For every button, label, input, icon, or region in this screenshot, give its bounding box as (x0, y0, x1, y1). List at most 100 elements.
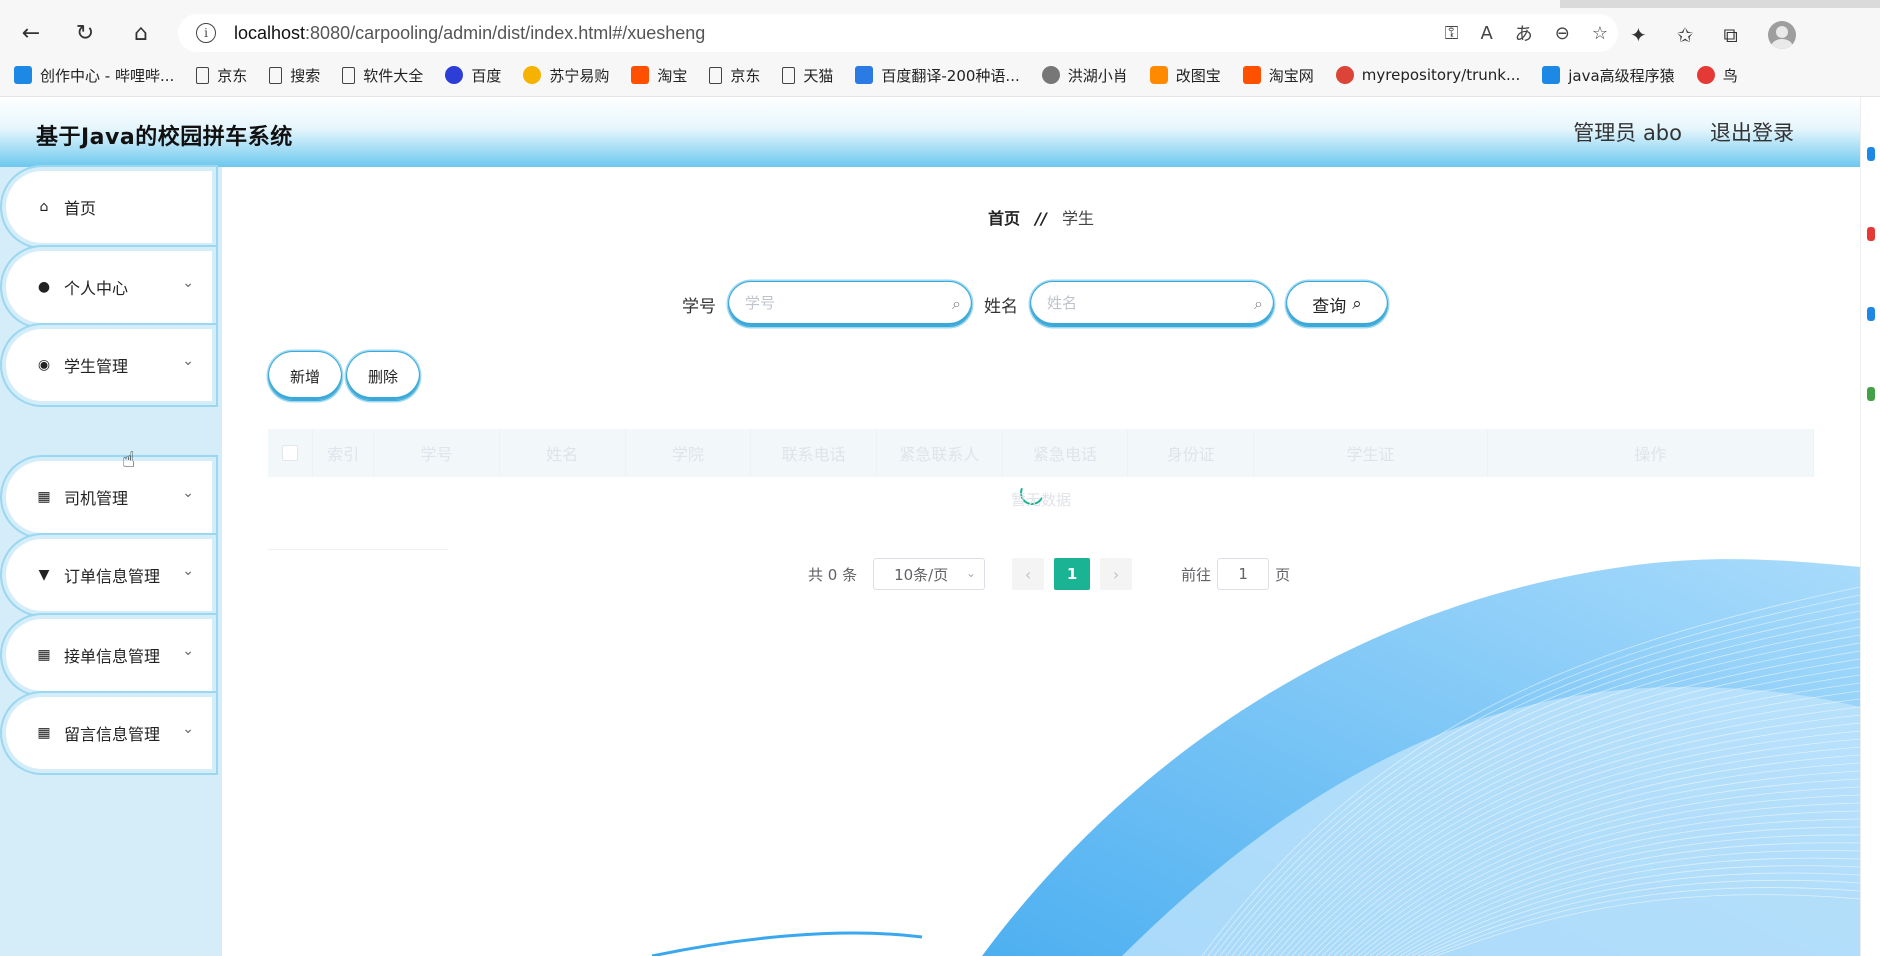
sidebar-dot-icon[interactable] (1867, 147, 1875, 161)
xingming-input[interactable] (1047, 294, 1237, 312)
delete-button[interactable]: 删除 (346, 351, 420, 401)
page-icon (342, 66, 356, 84)
bookmark-item[interactable]: 洪湖小肖 (1041, 65, 1128, 86)
site-info-icon[interactable]: i (196, 23, 216, 43)
extensions-icon[interactable]: ✦ (1630, 23, 1647, 47)
chevron-down-icon: ⌄ (182, 485, 194, 501)
sidebar-item-label: 订单信息管理 (64, 567, 161, 586)
sidebar-item-driver-manage[interactable]: ▦ 司机管理 ⌄ (6, 461, 212, 533)
collections-icon[interactable]: ⧉ (1724, 23, 1738, 47)
query-button[interactable]: 查询 ⌕ (1286, 281, 1388, 327)
bookmark-item[interactable]: 淘宝 (631, 65, 687, 86)
url-text[interactable]: localhost:8080/carpooling/admin/dist/ind… (234, 23, 705, 44)
bookmark-item[interactable]: 创作中心 - 哔哩哔... (14, 65, 174, 86)
page-unit-label: 页 (1275, 565, 1291, 584)
bookmark-label: 搜索 (290, 66, 321, 85)
bookmark-item[interactable]: 天猫 (782, 65, 833, 86)
sidebar-dot-icon[interactable] (1867, 387, 1875, 401)
key-icon[interactable]: ⚿ (1445, 23, 1459, 44)
sidebar-item-personal-center[interactable]: ● 个人中心 ⌄ (6, 251, 212, 323)
sidebar-dot-icon[interactable] (1867, 307, 1875, 321)
select-all-checkbox[interactable] (282, 445, 299, 461)
xingming-label: 姓名 (984, 296, 1018, 317)
xuehao-input[interactable] (745, 294, 935, 312)
bookmark-item[interactable]: 百度 (445, 65, 501, 86)
sidebar: 学生 ⌂首页●个人中心⌄◉学生管理⌄▦司机管理⌄▼订单信息管理⌄▦接单信息管理⌄… (0, 167, 222, 956)
read-aloud-icon[interactable]: A (1480, 23, 1492, 44)
search-form: 学号 ⌕ 姓名 ⌕ 查询 ⌕ (682, 279, 1388, 329)
prev-page-button[interactable]: ‹ (1012, 558, 1045, 590)
bookmark-item[interactable]: 京东 (709, 65, 760, 86)
address-bar-icons: ⚿ A あ ⊖ ☆ (1445, 14, 1608, 52)
chevron-down-icon: ⌄ (182, 643, 194, 659)
sidebar-item-student-manage[interactable]: ◉ 学生管理 ⌄ (6, 329, 212, 401)
toolbar-icons: ✦ ✩ ⧉ (1630, 18, 1796, 52)
bookmark-item[interactable]: 淘宝网 (1242, 65, 1314, 86)
address-bar[interactable]: i localhost:8080/carpooling/admin/dist/i… (178, 14, 1618, 52)
favorites-icon[interactable]: ✩ (1677, 23, 1694, 47)
bilibili-icon (1542, 66, 1561, 84)
bookmark-item[interactable]: myrepository/trunk... (1335, 66, 1521, 84)
sidebar-dot-icon[interactable] (1867, 227, 1875, 241)
xingming-search-box[interactable]: ⌕ (1030, 281, 1274, 327)
page-icon (196, 66, 210, 84)
table-header-cell: 索引 (313, 429, 375, 477)
accept-order-manage-icon: ▦ (37, 647, 51, 663)
sidebar-item-order-manage[interactable]: ▼ 订单信息管理 ⌄ (6, 539, 212, 611)
bookmark-item[interactable]: 搜索 (269, 65, 320, 86)
sidebar-item-label: 个人中心 (64, 279, 129, 298)
add-button[interactable]: 新增 (268, 351, 342, 401)
sidebar-item-home[interactable]: ⌂ 首页 (6, 171, 212, 243)
bookmark-item[interactable]: java高级程序猿 (1542, 65, 1675, 86)
page-size-value: 10条/页 (894, 565, 949, 584)
profile-avatar-icon[interactable] (1767, 21, 1796, 49)
home-icon[interactable]: ⌂ (124, 16, 158, 50)
bookmark-item[interactable]: 苏宁易购 (523, 65, 609, 86)
xuehao-search-box[interactable]: ⌕ (728, 281, 972, 327)
bookmark-label: 软件大全 (363, 66, 424, 85)
bookmark-item[interactable]: 鸟 (1696, 65, 1738, 86)
page-size-select[interactable]: 10条/页 ⌄ (873, 558, 986, 590)
personal-center-icon: ● (37, 279, 51, 295)
chevron-down-icon: ⌄ (182, 563, 194, 579)
breadcrumb-home[interactable]: 首页 (988, 209, 1020, 228)
chevron-down-icon: ⌄ (966, 566, 977, 580)
sidebar-item-message-manage[interactable]: ▦ 留言信息管理 ⌄ (6, 697, 212, 769)
chevron-down-icon: ⌄ (182, 721, 194, 737)
gaitubao-icon (1149, 66, 1168, 84)
browser-sidebar-strip (1860, 97, 1880, 956)
driver-manage-icon: ▦ (37, 489, 51, 505)
bookmark-label: 淘宝 (657, 66, 688, 85)
zoom-out-icon[interactable]: ⊖ (1555, 23, 1570, 44)
bird-icon (1696, 66, 1715, 84)
bookmark-label: 百度翻译-200种语... (881, 66, 1020, 85)
app-header: 基于Java的校园拼车系统 管理员 abo 退出登录 (0, 97, 1860, 167)
active-tab[interactable] (0, 0, 1560, 8)
student-manage-icon: ◉ (37, 357, 51, 373)
table-header-cell: 操作 (1488, 429, 1814, 477)
chevron-right-icon: › (1112, 564, 1120, 584)
reload-icon[interactable]: ↻ (68, 16, 102, 50)
xuehao-label: 学号 (682, 296, 716, 317)
bookmark-item[interactable]: 软件大全 (342, 65, 423, 86)
sidebar-item-accept-order-manage[interactable]: ▦ 接单信息管理 ⌄ (6, 619, 212, 691)
logout-link[interactable]: 退出登录 (1710, 117, 1794, 147)
taobao-icon (1242, 66, 1261, 84)
goto-page-input[interactable]: 1 (1217, 558, 1270, 590)
bookmark-label: 创作中心 - 哔哩哔... (40, 66, 175, 85)
bookmark-label: myrepository/trunk... (1361, 66, 1521, 84)
back-icon[interactable]: ← (14, 16, 48, 50)
bookmark-item[interactable]: 百度翻译-200种语... (855, 65, 1020, 86)
bookmark-label: 改图宝 (1175, 66, 1221, 85)
header-user-area: 管理员 abo 退出登录 (1573, 117, 1794, 147)
student-table: 索引 学号 姓名 学院 联系电话 紧急联系人 紧急电话 身份证 学生证 操作 暂无数据 (268, 429, 1814, 550)
bookmark-item[interactable]: 京东 (196, 65, 247, 86)
page-number-current[interactable]: 1 (1054, 558, 1091, 590)
bookmark-label: 鸟 (1722, 66, 1738, 85)
search-icon: ⌕ (952, 294, 961, 313)
next-page-button[interactable]: › (1100, 558, 1133, 590)
translate-icon[interactable]: あ (1515, 20, 1533, 46)
bookmark-item[interactable]: 改图宝 (1149, 65, 1221, 86)
favorite-add-icon[interactable]: ☆ (1592, 23, 1608, 44)
table-header-cell: 联系电话 (751, 429, 877, 477)
